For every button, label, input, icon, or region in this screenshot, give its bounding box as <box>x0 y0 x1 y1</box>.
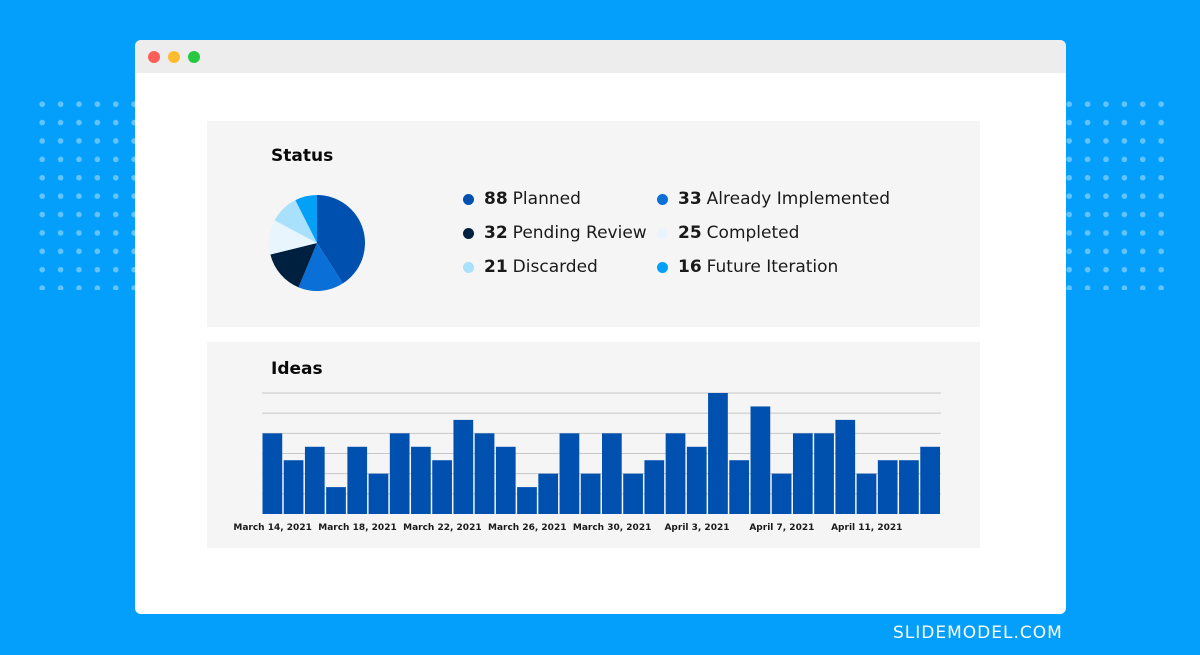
legend-dot-icon <box>657 261 668 273</box>
background-dot-pattern-right <box>1066 95 1168 290</box>
bar <box>835 419 856 514</box>
x-tick-label: March 14, 2021 <box>233 523 311 533</box>
status-panel: Status 88 Planned 33 Already Implemented 32 P… <box>207 121 980 327</box>
bar <box>538 473 559 514</box>
legend-item: 33 Already Implemented <box>657 189 890 209</box>
bar <box>856 473 877 514</box>
bar <box>708 393 728 514</box>
bar <box>686 446 707 514</box>
legend-dot-icon <box>657 227 668 239</box>
ideas-panel: Ideas March 14, 2021 March 18, 2021 March … <box>207 342 980 548</box>
browser-window: Status 88 Planned 33 Already Implemented 32 P… <box>135 40 1066 614</box>
legend-label: Planned <box>512 189 581 209</box>
close-window-button[interactable] <box>148 51 160 63</box>
legend-label: Pending Review <box>512 223 647 243</box>
bar <box>495 446 516 514</box>
bar <box>326 487 346 514</box>
x-tick-label: April 3, 2021 <box>664 523 729 533</box>
bar <box>411 446 431 514</box>
bar <box>814 433 834 514</box>
legend-count: 16 <box>678 257 702 277</box>
bar <box>432 460 452 514</box>
bar <box>750 406 771 514</box>
ideas-bar-chart: March 14, 2021 March 18, 2021 March 22, 20… <box>233 392 941 533</box>
bar <box>283 460 304 514</box>
legend-dot-icon <box>463 227 474 239</box>
legend-dot-icon <box>463 261 474 273</box>
status-pie-chart <box>269 195 365 291</box>
legend-label: Future Iteration <box>706 257 839 277</box>
background-dot-pattern-left <box>33 95 135 290</box>
bar <box>644 460 665 514</box>
legend-item: 32 Pending Review <box>463 223 647 243</box>
legend-dot-icon <box>657 193 668 205</box>
bar <box>899 460 919 514</box>
bar <box>792 433 813 514</box>
bar <box>368 473 389 514</box>
legend-count: 32 <box>484 223 508 243</box>
legend-item: 25 Completed <box>657 223 799 243</box>
legend-dot-icon <box>463 193 474 205</box>
legend-label: Discarded <box>512 257 598 277</box>
legend-count: 33 <box>678 189 702 209</box>
x-tick-label: March 18, 2021 <box>318 523 396 533</box>
bar <box>347 446 368 514</box>
legend-label: Completed <box>706 223 800 243</box>
bar <box>580 473 601 514</box>
bar <box>389 433 410 514</box>
legend-count: 25 <box>678 223 702 243</box>
bar <box>729 460 750 514</box>
legend-item: 16 Future Iteration <box>657 257 838 277</box>
maximize-window-button[interactable] <box>188 51 200 63</box>
bar <box>304 446 325 514</box>
bar <box>877 460 898 514</box>
bar <box>665 433 686 514</box>
legend-count: 21 <box>484 257 508 277</box>
status-title: Status <box>271 146 334 166</box>
legend-count: 88 <box>484 189 508 209</box>
x-tick-label: March 30, 2021 <box>573 523 651 533</box>
legend-item: 21 Discarded <box>463 257 598 277</box>
legend-item: 88 Planned <box>463 189 581 209</box>
window-titlebar <box>135 40 1066 73</box>
watermark: SLIDEMODEL.COM <box>893 623 1063 643</box>
bar <box>262 433 283 514</box>
minimize-window-button[interactable] <box>168 51 180 63</box>
x-tick-label: March 26, 2021 <box>488 523 566 533</box>
bar <box>453 419 474 514</box>
x-tick-label: April 7, 2021 <box>749 523 814 533</box>
bar <box>517 487 537 514</box>
bar <box>771 473 792 514</box>
bar <box>474 433 495 514</box>
x-tick-label: March 22, 2021 <box>403 523 481 533</box>
bar <box>920 446 940 514</box>
bar <box>602 433 622 514</box>
x-tick-label: April 11, 2021 <box>831 523 902 533</box>
bar <box>623 473 643 514</box>
bar <box>559 433 580 514</box>
legend-label: Already Implemented <box>706 189 891 209</box>
